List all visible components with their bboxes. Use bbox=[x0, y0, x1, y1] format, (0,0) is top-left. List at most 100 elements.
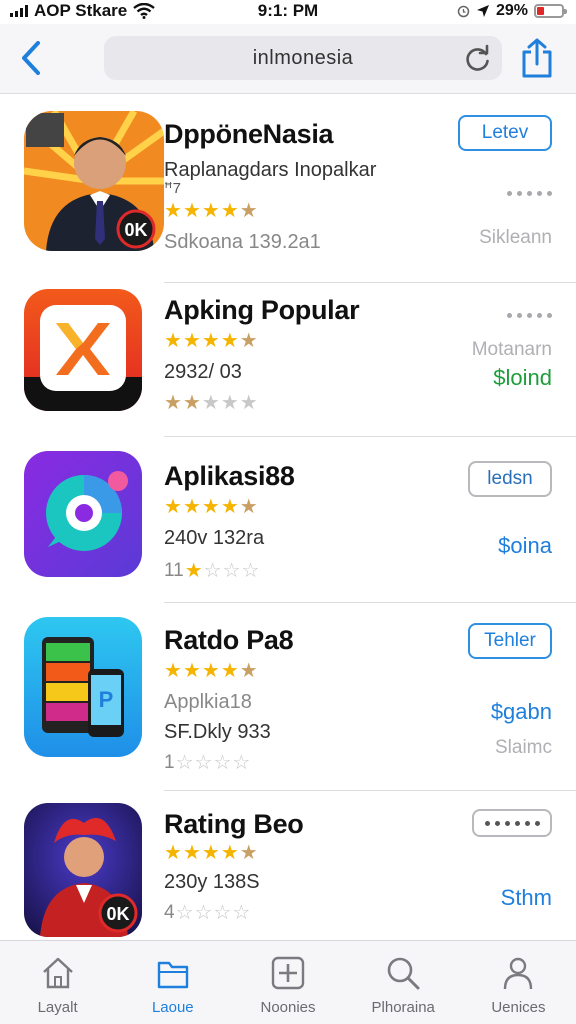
tab-layalt[interactable]: Layalt bbox=[0, 941, 115, 1024]
app-subtitle: Raplanagdars Inopalkar bbox=[164, 159, 377, 181]
reload-button[interactable] bbox=[464, 44, 492, 72]
star-icon: ★ bbox=[220, 496, 239, 518]
tab-label: Plhoraina bbox=[371, 999, 435, 1016]
tab-label: Noonies bbox=[260, 999, 316, 1016]
rating-count: 11 bbox=[164, 560, 184, 581]
user-rating: 4 ☆ ☆ ☆ ☆ bbox=[164, 903, 250, 923]
get-button[interactable] bbox=[472, 809, 552, 837]
star-icon: ★ bbox=[201, 660, 220, 682]
app-right-text: Motanarn bbox=[471, 339, 552, 360]
app-row-1[interactable]: 0K DppöneNasia Raplanagdars Inopalkar ꟸ7… bbox=[0, 95, 576, 283]
app-icon-person[interactable]: 0K bbox=[24, 803, 142, 937]
star-icon: ☆ bbox=[213, 752, 232, 774]
star-icon: ★ bbox=[201, 200, 220, 222]
loading-dots-icon bbox=[484, 820, 540, 826]
star-icon: ☆ bbox=[203, 560, 222, 582]
half-star-icon: ★ bbox=[239, 842, 258, 864]
half-star-icon: ★ bbox=[239, 200, 258, 222]
star-icon: ★ bbox=[201, 392, 220, 414]
tab-laoue[interactable]: Laoue bbox=[115, 941, 230, 1024]
battery-fill bbox=[537, 7, 544, 15]
half-star-icon: ★ bbox=[239, 330, 258, 352]
star-icon: ★ bbox=[220, 842, 239, 864]
status-bar: AOP Stkare 9:1: PM 29% bbox=[0, 0, 576, 24]
star-icon: ★ bbox=[164, 200, 182, 222]
app-meta: 240v 132ra bbox=[164, 527, 265, 549]
star-icon: ☆ bbox=[194, 902, 213, 924]
rating-count: 4 bbox=[164, 902, 175, 923]
svg-text:0K: 0K bbox=[106, 904, 129, 924]
star-icon: ☆ bbox=[175, 902, 194, 924]
chevron-left-icon bbox=[22, 41, 40, 75]
app-price[interactable]: $loind bbox=[493, 365, 552, 391]
star-icon: ★ bbox=[220, 392, 239, 414]
alarm-icon bbox=[457, 5, 470, 17]
app-icon-k-logo[interactable] bbox=[24, 289, 142, 411]
app-row-3[interactable]: Aplikasi88 ★ ★ ★ ★ ★ 240v 132ra 11 ★ ☆ ☆ ☆ ledsn… bbox=[0, 437, 576, 603]
star-icon: ★ bbox=[182, 392, 201, 414]
battery-percent: 29% bbox=[495, 2, 528, 19]
get-button[interactable]: Letev bbox=[458, 115, 552, 151]
star-icon: ★ bbox=[182, 496, 201, 518]
app-price[interactable]: $oina bbox=[498, 533, 552, 559]
star-rating: ★ ★ ★ ★ ★ bbox=[164, 497, 258, 517]
status-right: 29% bbox=[457, 2, 567, 20]
user-rating: 1 ☆ ☆ ☆ ☆ bbox=[164, 753, 250, 773]
star-icon: ☆ bbox=[232, 902, 251, 924]
app-meta-2: SF.Dkly 933 bbox=[164, 721, 271, 743]
app-title: Aplikasi88 bbox=[164, 461, 295, 491]
more-dots-icon[interactable] bbox=[507, 191, 552, 196]
star-rating: ★ ★ ★ ★ ★ bbox=[164, 201, 258, 221]
star-icon: ★ bbox=[201, 330, 220, 352]
tab-noonies[interactable]: Noonies bbox=[230, 941, 345, 1024]
plus-square-icon bbox=[268, 953, 308, 993]
star-icon: ☆ bbox=[232, 752, 251, 774]
search-icon bbox=[383, 953, 423, 993]
star-icon: ★ bbox=[239, 392, 258, 414]
star-icon: ★ bbox=[182, 200, 201, 222]
address-field[interactable]: inlmonesia bbox=[104, 36, 502, 80]
rating-count: 1 bbox=[164, 752, 175, 773]
star-icon: ★ bbox=[184, 560, 203, 582]
star-rating: ★ ★ ★ ★ ★ bbox=[164, 843, 258, 863]
person-icon bbox=[498, 953, 538, 993]
home-icon bbox=[38, 953, 78, 993]
star-icon: ★ bbox=[164, 842, 182, 864]
battery-icon bbox=[534, 4, 567, 18]
tab-label: Layalt bbox=[37, 999, 78, 1016]
star-icon: ★ bbox=[164, 496, 182, 518]
folder-icon bbox=[153, 953, 193, 993]
app-icon-person[interactable]: 0K bbox=[24, 111, 164, 251]
star-rating: ★ ★ ★ ★ ★ bbox=[164, 661, 258, 681]
address-text: inlmonesia bbox=[252, 46, 354, 69]
app-right-text: Slaimc bbox=[494, 737, 552, 758]
user-rating: 11 ★ ☆ ☆ ☆ bbox=[164, 561, 259, 581]
tab-plhoraina[interactable]: Plhoraina bbox=[346, 941, 461, 1024]
app-meta: 230y 138S bbox=[164, 871, 260, 893]
star-rating: ★ ★ ★ ★ ★ bbox=[164, 331, 258, 351]
app-icon-phones[interactable]: P bbox=[24, 617, 142, 757]
app-price[interactable]: Sthm bbox=[501, 885, 552, 911]
get-button[interactable]: Tehler bbox=[468, 623, 552, 659]
app-row-5[interactable]: 0K Rating Beo ★ ★ ★ ★ ★ 230y 138S 4 ☆ ☆ ☆ ☆ Sthm bbox=[0, 791, 576, 940]
app-title: Apking Popular bbox=[164, 295, 360, 325]
star-icon: ☆ bbox=[241, 560, 260, 582]
star-icon: ★ bbox=[201, 496, 220, 518]
star-icon: ★ bbox=[220, 330, 239, 352]
app-meta: Sdkoana 139.2a1 bbox=[164, 231, 321, 253]
star-icon: ☆ bbox=[222, 560, 241, 582]
star-icon: ★ bbox=[182, 842, 201, 864]
back-button[interactable] bbox=[16, 38, 46, 78]
app-row-2[interactable]: Apking Popular ★ ★ ★ ★ ★ 2932/ 03 ★ ★ ★ ★ ★ Mota… bbox=[0, 283, 576, 437]
more-dots-icon[interactable] bbox=[507, 313, 552, 318]
get-button[interactable]: ledsn bbox=[468, 461, 552, 497]
app-price[interactable]: $gabn bbox=[491, 699, 552, 725]
browser-nav-bar: inlmonesia bbox=[0, 24, 576, 94]
app-title: Ratdo Pa8 bbox=[164, 625, 294, 655]
share-button[interactable] bbox=[520, 38, 556, 78]
tab-label: Uenices bbox=[491, 999, 546, 1016]
app-small-text: ꟸ7 bbox=[164, 180, 181, 197]
app-row-4[interactable]: P Ratdo Pa8 ★ ★ ★ ★ ★ Applkia18 SF.Dkly 933 … bbox=[0, 603, 576, 791]
app-icon-chat-logo[interactable] bbox=[24, 451, 142, 577]
tab-uenices[interactable]: Uenices bbox=[461, 941, 576, 1024]
